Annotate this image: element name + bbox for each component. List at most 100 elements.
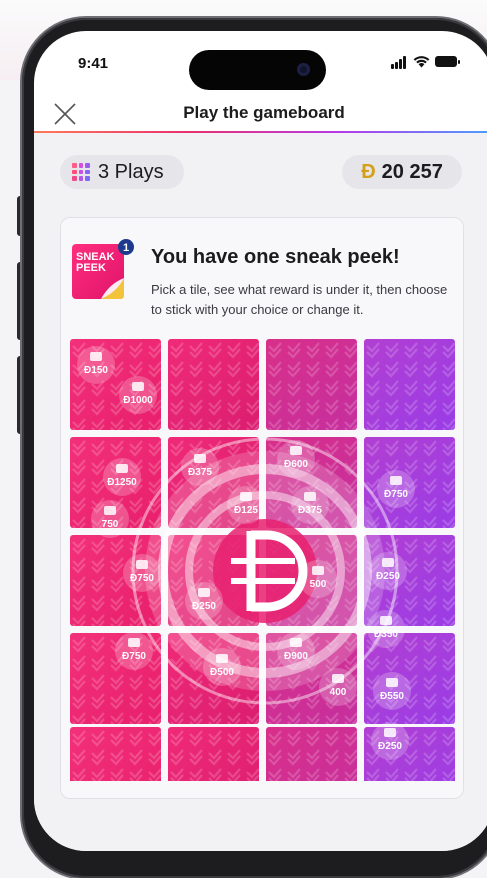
chevron-mark	[423, 478, 437, 495]
chevron-mark	[344, 749, 357, 766]
gameboard-tile[interactable]	[364, 339, 455, 430]
chevron-mark	[287, 418, 301, 430]
gameboard-tile[interactable]	[168, 633, 259, 724]
gameboard-tile[interactable]	[266, 727, 357, 781]
chevron-mark	[287, 538, 301, 555]
chevron-mark	[170, 693, 184, 710]
chevron-mark	[366, 749, 380, 766]
chevron-mark	[208, 674, 222, 691]
gameboard-grid: Đ150 Đ1000 Đ1250 Đ375 Đ600 Đ750 750 Đ125 Đ375 Đ75…	[70, 339, 456, 781]
chevron-mark	[287, 674, 301, 691]
gameboard-card: SNEAK PEEK 1 You have one sneak peek! Pi…	[60, 217, 464, 799]
phone-screen: 9:41 Play the gameboard 3 Plays Đ 20 257…	[34, 31, 487, 851]
chevron-mark	[344, 497, 357, 514]
wifi-icon	[413, 56, 430, 68]
gameboard-tile[interactable]	[364, 535, 455, 626]
chevron-mark	[385, 361, 399, 378]
gameboard-tile[interactable]	[364, 633, 455, 724]
gameboard-tile[interactable]	[168, 535, 259, 626]
gameboard-tile[interactable]	[168, 727, 259, 781]
chevron-mark	[344, 655, 357, 672]
chevron-mark	[325, 768, 339, 781]
chevron-mark	[366, 342, 380, 359]
chevron-mark	[170, 674, 184, 691]
chevron-mark	[442, 693, 455, 710]
chevron-mark	[72, 342, 86, 359]
chevron-mark	[287, 614, 301, 626]
chevron-mark	[91, 342, 105, 359]
chevron-mark	[385, 749, 399, 766]
chevron-mark	[148, 693, 161, 710]
chevron-mark	[344, 712, 357, 724]
chevron-mark	[442, 459, 455, 476]
chevron-mark	[91, 361, 105, 378]
chevron-mark	[287, 655, 301, 672]
grid-icon	[72, 163, 90, 181]
chevron-mark	[170, 478, 184, 495]
chevron-mark	[306, 399, 320, 416]
chevron-mark	[385, 636, 399, 653]
chevron-mark	[325, 636, 339, 653]
chevron-mark	[148, 749, 161, 766]
chevron-mark	[306, 342, 320, 359]
badge-line-2: PEEK	[76, 262, 106, 274]
gameboard-tile[interactable]	[70, 633, 161, 724]
chevron-mark	[129, 459, 143, 476]
chevron-mark	[91, 730, 105, 747]
chevron-mark	[268, 380, 282, 397]
chevron-mark	[287, 459, 301, 476]
chevron-mark	[129, 418, 143, 430]
chevron-mark	[170, 399, 184, 416]
gameboard-tile[interactable]	[168, 339, 259, 430]
chevron-mark	[110, 655, 124, 672]
chevron-mark	[344, 361, 357, 378]
chevron-mark	[366, 712, 380, 724]
chevron-mark	[268, 614, 282, 626]
chevron-mark	[366, 557, 380, 574]
gameboard-tile[interactable]	[364, 727, 455, 781]
chevron-mark	[306, 674, 320, 691]
gameboard-tile[interactable]	[70, 339, 161, 430]
chevron-mark	[170, 595, 184, 612]
balance-value: 20 257	[381, 160, 443, 183]
gameboard-tile[interactable]	[364, 437, 455, 528]
gameboard-tile[interactable]	[70, 727, 161, 781]
main-content: 3 Plays Đ 20 257 SNEAK PEEK 1 You have o…	[34, 133, 487, 851]
chevron-mark	[325, 516, 339, 528]
gameboard-tile[interactable]	[266, 633, 357, 724]
chevron-mark	[385, 730, 399, 747]
chevron-mark	[268, 730, 282, 747]
chevron-mark	[110, 478, 124, 495]
chevron-mark	[129, 595, 143, 612]
chevron-mark	[110, 712, 124, 724]
chevron-mark	[325, 459, 339, 476]
tile-pattern	[268, 636, 357, 724]
chevron-mark	[385, 440, 399, 457]
chevron-mark	[366, 516, 380, 528]
tile-pattern	[366, 342, 455, 430]
chevron-mark	[189, 538, 203, 555]
gameboard-tile[interactable]	[266, 437, 357, 528]
chevron-mark	[287, 361, 301, 378]
chevron-mark	[442, 749, 455, 766]
chevron-mark	[208, 361, 222, 378]
chevron-mark	[148, 636, 161, 653]
chevron-mark	[325, 576, 339, 593]
gameboard-tile[interactable]	[266, 535, 357, 626]
chevron-mark	[246, 380, 259, 397]
chevron-mark	[148, 655, 161, 672]
chevron-mark	[72, 730, 86, 747]
chevron-mark	[227, 459, 241, 476]
chevron-mark	[189, 655, 203, 672]
chevron-mark	[325, 538, 339, 555]
gameboard-tile[interactable]	[70, 437, 161, 528]
chevron-mark	[129, 576, 143, 593]
chevron-mark	[72, 636, 86, 653]
tile-pattern	[170, 730, 259, 781]
gameboard-tile[interactable]	[168, 437, 259, 528]
chevron-mark	[423, 712, 437, 724]
gameboard-tile[interactable]	[266, 339, 357, 430]
gameboard-tile[interactable]	[70, 535, 161, 626]
chevron-mark	[91, 655, 105, 672]
chevron-mark	[129, 380, 143, 397]
